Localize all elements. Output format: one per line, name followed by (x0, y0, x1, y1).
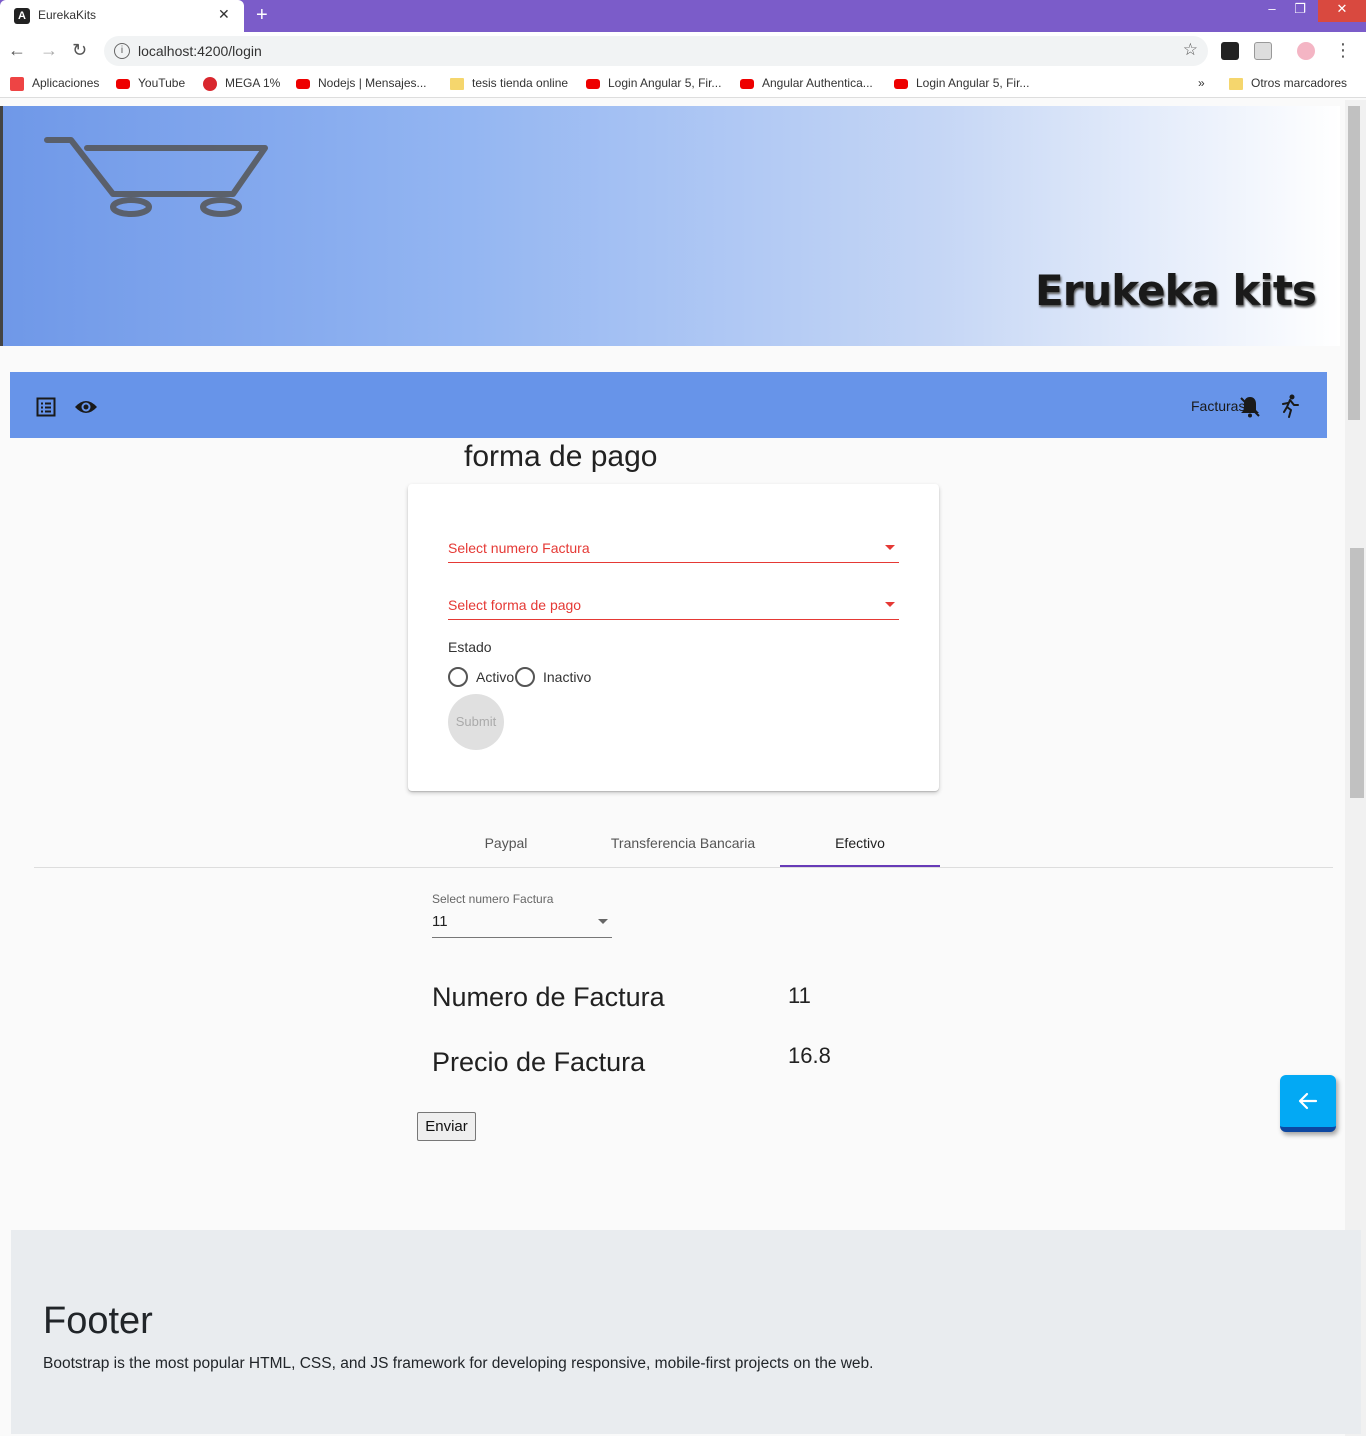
tab-close-icon[interactable]: ✕ (218, 6, 230, 23)
payment-tabs: Paypal Transferencia Bancaria Efectivo (34, 818, 1333, 868)
radio-inactivo-label[interactable]: Inactivo (543, 669, 591, 685)
youtube-icon (116, 78, 130, 89)
profile-avatar[interactable] (1297, 42, 1315, 60)
address-bar: ← → ↻ i localhost:4200/login ☆ ⋮ (0, 32, 1366, 70)
new-tab-icon[interactable]: + (256, 4, 268, 27)
youtube-icon (586, 78, 600, 89)
youtube-icon (740, 78, 754, 89)
tab-title: EurekaKits (38, 8, 97, 22)
dropdown-arrow-icon (885, 602, 895, 607)
browser-tab[interactable]: A EurekaKits ✕ (0, 0, 244, 32)
forma-pago-select[interactable]: Select forma de pago (448, 590, 899, 620)
page-title: forma de pago (464, 440, 658, 473)
tab-efectivo[interactable]: Efectivo (780, 818, 940, 867)
folder-icon (1229, 77, 1243, 90)
angular-favicon-icon: A (14, 8, 30, 24)
reload-icon[interactable]: ↻ (72, 40, 87, 61)
extension-icon[interactable] (1221, 42, 1239, 60)
payment-form-card: Select numero Factura Select forma de pa… (408, 484, 939, 791)
factura-select[interactable]: Select numero Factura (448, 533, 899, 563)
folder-icon (450, 77, 464, 90)
other-bookmarks[interactable]: Otros marcadores (1229, 76, 1347, 90)
factura-select-placeholder: Select numero Factura (448, 540, 590, 556)
back-icon[interactable]: ← (8, 40, 26, 61)
bookmark-angular-auth[interactable]: Angular Authentica... (740, 76, 873, 90)
tab-paypal[interactable]: Paypal (426, 818, 586, 867)
tab-transferencia-bancaria[interactable]: Transferencia Bancaria (603, 818, 763, 867)
youtube-icon (296, 78, 310, 89)
brand-title: Erukeka kits (1035, 266, 1317, 315)
extension-s-icon[interactable] (1254, 42, 1272, 60)
shopping-cart-icon (44, 137, 268, 217)
bookmark-login-angular-1[interactable]: Login Angular 5, Fir... (586, 76, 721, 90)
numero-factura-label: Numero de Factura (432, 982, 665, 1012)
submit-button[interactable]: Submit (448, 694, 504, 750)
scrollbar-thumb[interactable] (1348, 106, 1360, 420)
bookmarks-overflow-icon[interactable]: » (1198, 76, 1205, 90)
bookmarks-bar: Aplicaciones YouTube MEGA 1% Nodejs | Me… (0, 70, 1366, 98)
dropdown-arrow-icon (885, 545, 895, 550)
menu-dots-icon[interactable]: ⋮ (1334, 40, 1352, 61)
arrow-left-icon (1298, 1092, 1318, 1110)
efectivo-factura-select[interactable]: Select numero Factura 11 (432, 892, 612, 938)
mega-icon (203, 76, 217, 91)
url-text: localhost:4200/login (138, 43, 262, 59)
app-toolbar: Facturas (10, 372, 1327, 438)
precio-factura-label: Precio de Factura (432, 1047, 646, 1077)
info-icon[interactable]: i (114, 43, 130, 59)
dropdown-arrow-icon (598, 919, 608, 924)
forma-pago-select-placeholder: Select forma de pago (448, 597, 582, 613)
youtube-icon (894, 78, 908, 89)
run-icon[interactable] (1280, 394, 1300, 418)
eye-icon[interactable] (74, 398, 98, 416)
list-icon[interactable] (36, 397, 56, 417)
precio-factura-value: 16.8 (788, 1043, 831, 1068)
back-fab-button[interactable] (1280, 1075, 1336, 1132)
enviar-button[interactable]: Enviar (417, 1112, 476, 1141)
forward-icon[interactable]: → (40, 40, 58, 61)
numero-factura-value: 11 (788, 983, 811, 1008)
efectivo-select-value: 11 (432, 913, 448, 930)
footer-text: Bootstrap is the most popular HTML, CSS,… (43, 1355, 874, 1372)
bookmark-aplicaciones[interactable]: Aplicaciones (10, 76, 99, 91)
bookmark-tesis[interactable]: tesis tienda online (450, 76, 568, 90)
hero-banner: Erukeka kits (0, 106, 1340, 346)
url-input[interactable]: i localhost:4200/login ☆ (104, 36, 1208, 66)
radio-inactivo[interactable] (515, 667, 535, 687)
bookmark-nodejs[interactable]: Nodejs | Mensajes... (296, 76, 427, 90)
bookmark-login-angular-2[interactable]: Login Angular 5, Fir... (894, 76, 1029, 90)
radio-activo[interactable] (448, 667, 468, 687)
bookmark-mega[interactable]: MEGA 1% (203, 76, 280, 91)
notifications-off-icon[interactable] (1240, 396, 1260, 418)
apps-grid-icon (10, 76, 24, 91)
window-close-icon[interactable]: ✕ (1318, 0, 1366, 22)
bookmark-star-icon[interactable]: ☆ (1183, 40, 1198, 60)
radio-activo-label[interactable]: Activo (476, 669, 514, 685)
estado-label: Estado (448, 639, 492, 655)
bookmark-youtube[interactable]: YouTube (116, 76, 185, 90)
efectivo-select-label: Select numero Factura (432, 892, 554, 906)
restore-icon[interactable]: ❐ (1280, 0, 1320, 22)
browser-tab-bar: A EurekaKits ✕ + – ❐ ✕ (0, 0, 1366, 32)
footer-title: Footer (43, 1300, 153, 1342)
facturas-link[interactable]: Facturas (1191, 398, 1245, 414)
inner-scrollbar-thumb[interactable] (1350, 548, 1364, 798)
footer: Footer Bootstrap is the most popular HTM… (11, 1230, 1361, 1434)
